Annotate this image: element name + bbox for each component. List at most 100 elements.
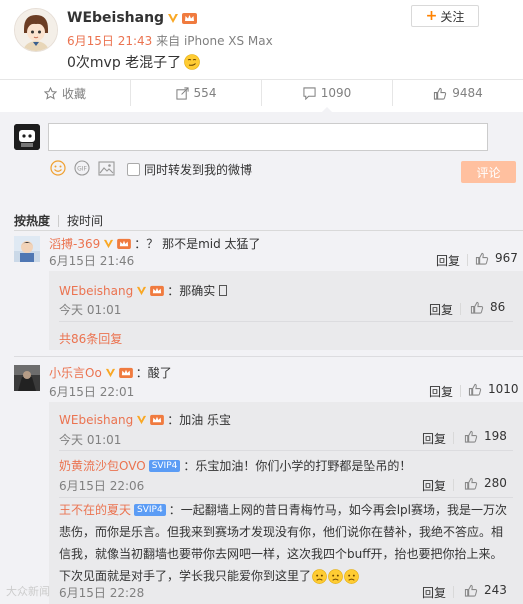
reply-divider xyxy=(59,450,513,451)
reply-like-count: 243 xyxy=(484,583,507,597)
reply-like-button[interactable]: 280 xyxy=(464,476,507,490)
collect-label: 收藏 xyxy=(61,86,86,101)
image-icon[interactable] xyxy=(98,160,115,176)
also-forward-label: 同时转发到我的微博 xyxy=(144,163,253,177)
post-source: 来自 iPhone XS Max xyxy=(152,34,273,48)
comment-like-button[interactable]: 967 xyxy=(475,251,518,265)
comment-like-count: 1010 xyxy=(488,382,519,396)
comment-input[interactable] xyxy=(48,123,488,151)
forward-button[interactable]: 554 xyxy=(131,80,262,106)
sort-by-hot-tab[interactable]: 按热度 xyxy=(14,212,50,229)
plus-icon: + xyxy=(425,8,438,24)
smirk-emoji-icon xyxy=(184,54,200,70)
reply-text-line: 信我，就像当初翻墙也要带你去网吧一样，这次我四个buff开，抬也要把你抬上来。 xyxy=(59,547,503,561)
action-divider xyxy=(453,586,454,598)
reply-line: WEbeishang ：加油 乐宝 xyxy=(59,411,231,428)
reply-time: 6月15日 22:06 xyxy=(59,479,145,493)
follow-label: 关注 xyxy=(440,9,465,24)
sort-by-time-tab[interactable]: 按时间 xyxy=(67,212,103,229)
comment-like-count: 967 xyxy=(495,251,518,265)
thumbs-up-icon xyxy=(464,477,478,490)
post-text: 0次mvp 老混子了 xyxy=(67,52,200,72)
comment-line: 滔搏-369 ：？ 那不是mid 太猛了 xyxy=(49,235,261,252)
comment-avatar[interactable] xyxy=(14,236,40,262)
gif-icon[interactable]: GIF xyxy=(74,160,90,176)
verified-icon xyxy=(105,367,116,378)
missing-glyph-icon xyxy=(219,285,228,296)
comment-line: 小乐言Oo ：酸了 xyxy=(49,364,172,381)
sad-emoji-icon xyxy=(328,568,343,584)
reply-button[interactable]: 回复 xyxy=(429,383,453,400)
reply-like-button[interactable]: 86 xyxy=(470,300,505,314)
reply-time: 今天 01:01 xyxy=(59,433,122,447)
reply-text-line: 悲伤，而你是乐言。但我来到赛场才发现没有你，他们说你在替补，我绝不答应。相 xyxy=(59,525,504,539)
reply-text: ：乐宝加油！你们小学的打野都是坠吊的！ xyxy=(183,459,412,473)
comment-button[interactable]: 1090 xyxy=(262,80,393,114)
post-author-avatar[interactable] xyxy=(14,8,58,52)
star-icon xyxy=(43,86,57,100)
post-action-bar: 收藏 554 1090 9484 xyxy=(0,79,523,114)
follow-button[interactable]: + 关注 xyxy=(411,5,479,27)
like-icon xyxy=(433,87,447,100)
submit-label: 评论 xyxy=(476,165,501,180)
reply-divider xyxy=(59,497,513,498)
post-date[interactable]: 6月15日 21:43 xyxy=(67,34,152,48)
reply-text-line: ：一起翻墙上网的昔日青梅竹马，如今再会lpl赛场，我是一万次 xyxy=(168,503,507,517)
svg-text:GIF: GIF xyxy=(77,166,87,173)
svip-badge: SVIP4 xyxy=(134,504,166,516)
comment-avatar[interactable] xyxy=(14,365,40,391)
comment-username[interactable]: 小乐言Oo xyxy=(49,364,102,381)
comment-username[interactable]: 滔搏-369 xyxy=(49,235,100,252)
reply-username[interactable]: WEbeishang xyxy=(59,413,133,427)
like-count: 9484 xyxy=(452,86,483,100)
comment-icon xyxy=(303,86,316,100)
checkbox-box[interactable] xyxy=(127,163,140,176)
like-button[interactable]: 9484 xyxy=(393,80,523,106)
more-replies-link[interactable]: 共86条回复 xyxy=(59,330,122,347)
reply-like-button[interactable]: 198 xyxy=(464,429,507,443)
submit-comment-button[interactable]: 评论 xyxy=(461,161,516,183)
reply-button[interactable]: 回复 xyxy=(429,301,453,318)
comment-divider xyxy=(14,356,523,357)
watermark: 大众新闻 xyxy=(6,585,50,598)
collect-button[interactable]: 收藏 xyxy=(0,80,131,106)
current-user-avatar xyxy=(14,124,40,150)
reply-button[interactable]: 回复 xyxy=(422,430,446,447)
reply-like-button[interactable]: 243 xyxy=(464,583,507,597)
vip-crown-icon xyxy=(117,238,132,249)
reply-username[interactable]: WEbeishang xyxy=(59,284,133,298)
reply-button[interactable]: 回复 xyxy=(436,252,460,269)
reply-line: 王不在的夏天 SVIP4 ：一起翻墙上网的昔日青梅竹马，如今再会lpl赛场，我是… xyxy=(59,499,519,521)
thumbs-up-icon xyxy=(464,430,478,443)
action-divider xyxy=(453,479,454,491)
comment-like-button[interactable]: 1010 xyxy=(468,382,519,396)
reply-like-count: 86 xyxy=(490,300,506,314)
emoji-icon[interactable] xyxy=(50,160,66,176)
thumbs-up-icon xyxy=(464,584,478,597)
thumbs-up-icon xyxy=(468,383,482,396)
comment-count: 1090 xyxy=(320,86,352,100)
svip-badge: SVIP4 xyxy=(148,459,181,472)
reply-time: 6月15日 22:28 xyxy=(59,586,145,600)
thumbs-up-icon xyxy=(475,252,489,265)
reply-button[interactable]: 回复 xyxy=(422,584,446,601)
verified-icon xyxy=(167,12,179,24)
reply-line: WEbeishang ：那确实 xyxy=(59,282,228,299)
reply-username[interactable]: 奶黄流沙包OVO xyxy=(59,457,146,474)
action-divider xyxy=(460,303,461,315)
vip-crown-icon xyxy=(182,12,198,24)
reply-username[interactable]: 王不在的夏天 xyxy=(59,499,131,521)
reply-button[interactable]: 回复 xyxy=(422,477,446,494)
comment-text: ：酸了 xyxy=(135,366,172,380)
sort-underline xyxy=(14,230,523,231)
forward-count: 554 xyxy=(193,86,217,100)
also-forward-checkbox[interactable]: 同时转发到我的微博 xyxy=(127,161,252,178)
comment-text: ：？ 那不是mid 太猛了 xyxy=(134,237,261,251)
sad-emoji-icon xyxy=(344,568,359,584)
verified-icon xyxy=(136,414,147,425)
verified-icon xyxy=(103,238,114,249)
vip-crown-icon xyxy=(150,414,165,425)
reply-long: 王不在的夏天 SVIP4 ：一起翻墙上网的昔日青梅竹马，如今再会lpl赛场，我是… xyxy=(59,499,519,587)
post-meta: 6月15日 21:43 来自 iPhone XS Max xyxy=(67,32,273,49)
post-author-name[interactable]: WEbeishang xyxy=(67,10,164,26)
